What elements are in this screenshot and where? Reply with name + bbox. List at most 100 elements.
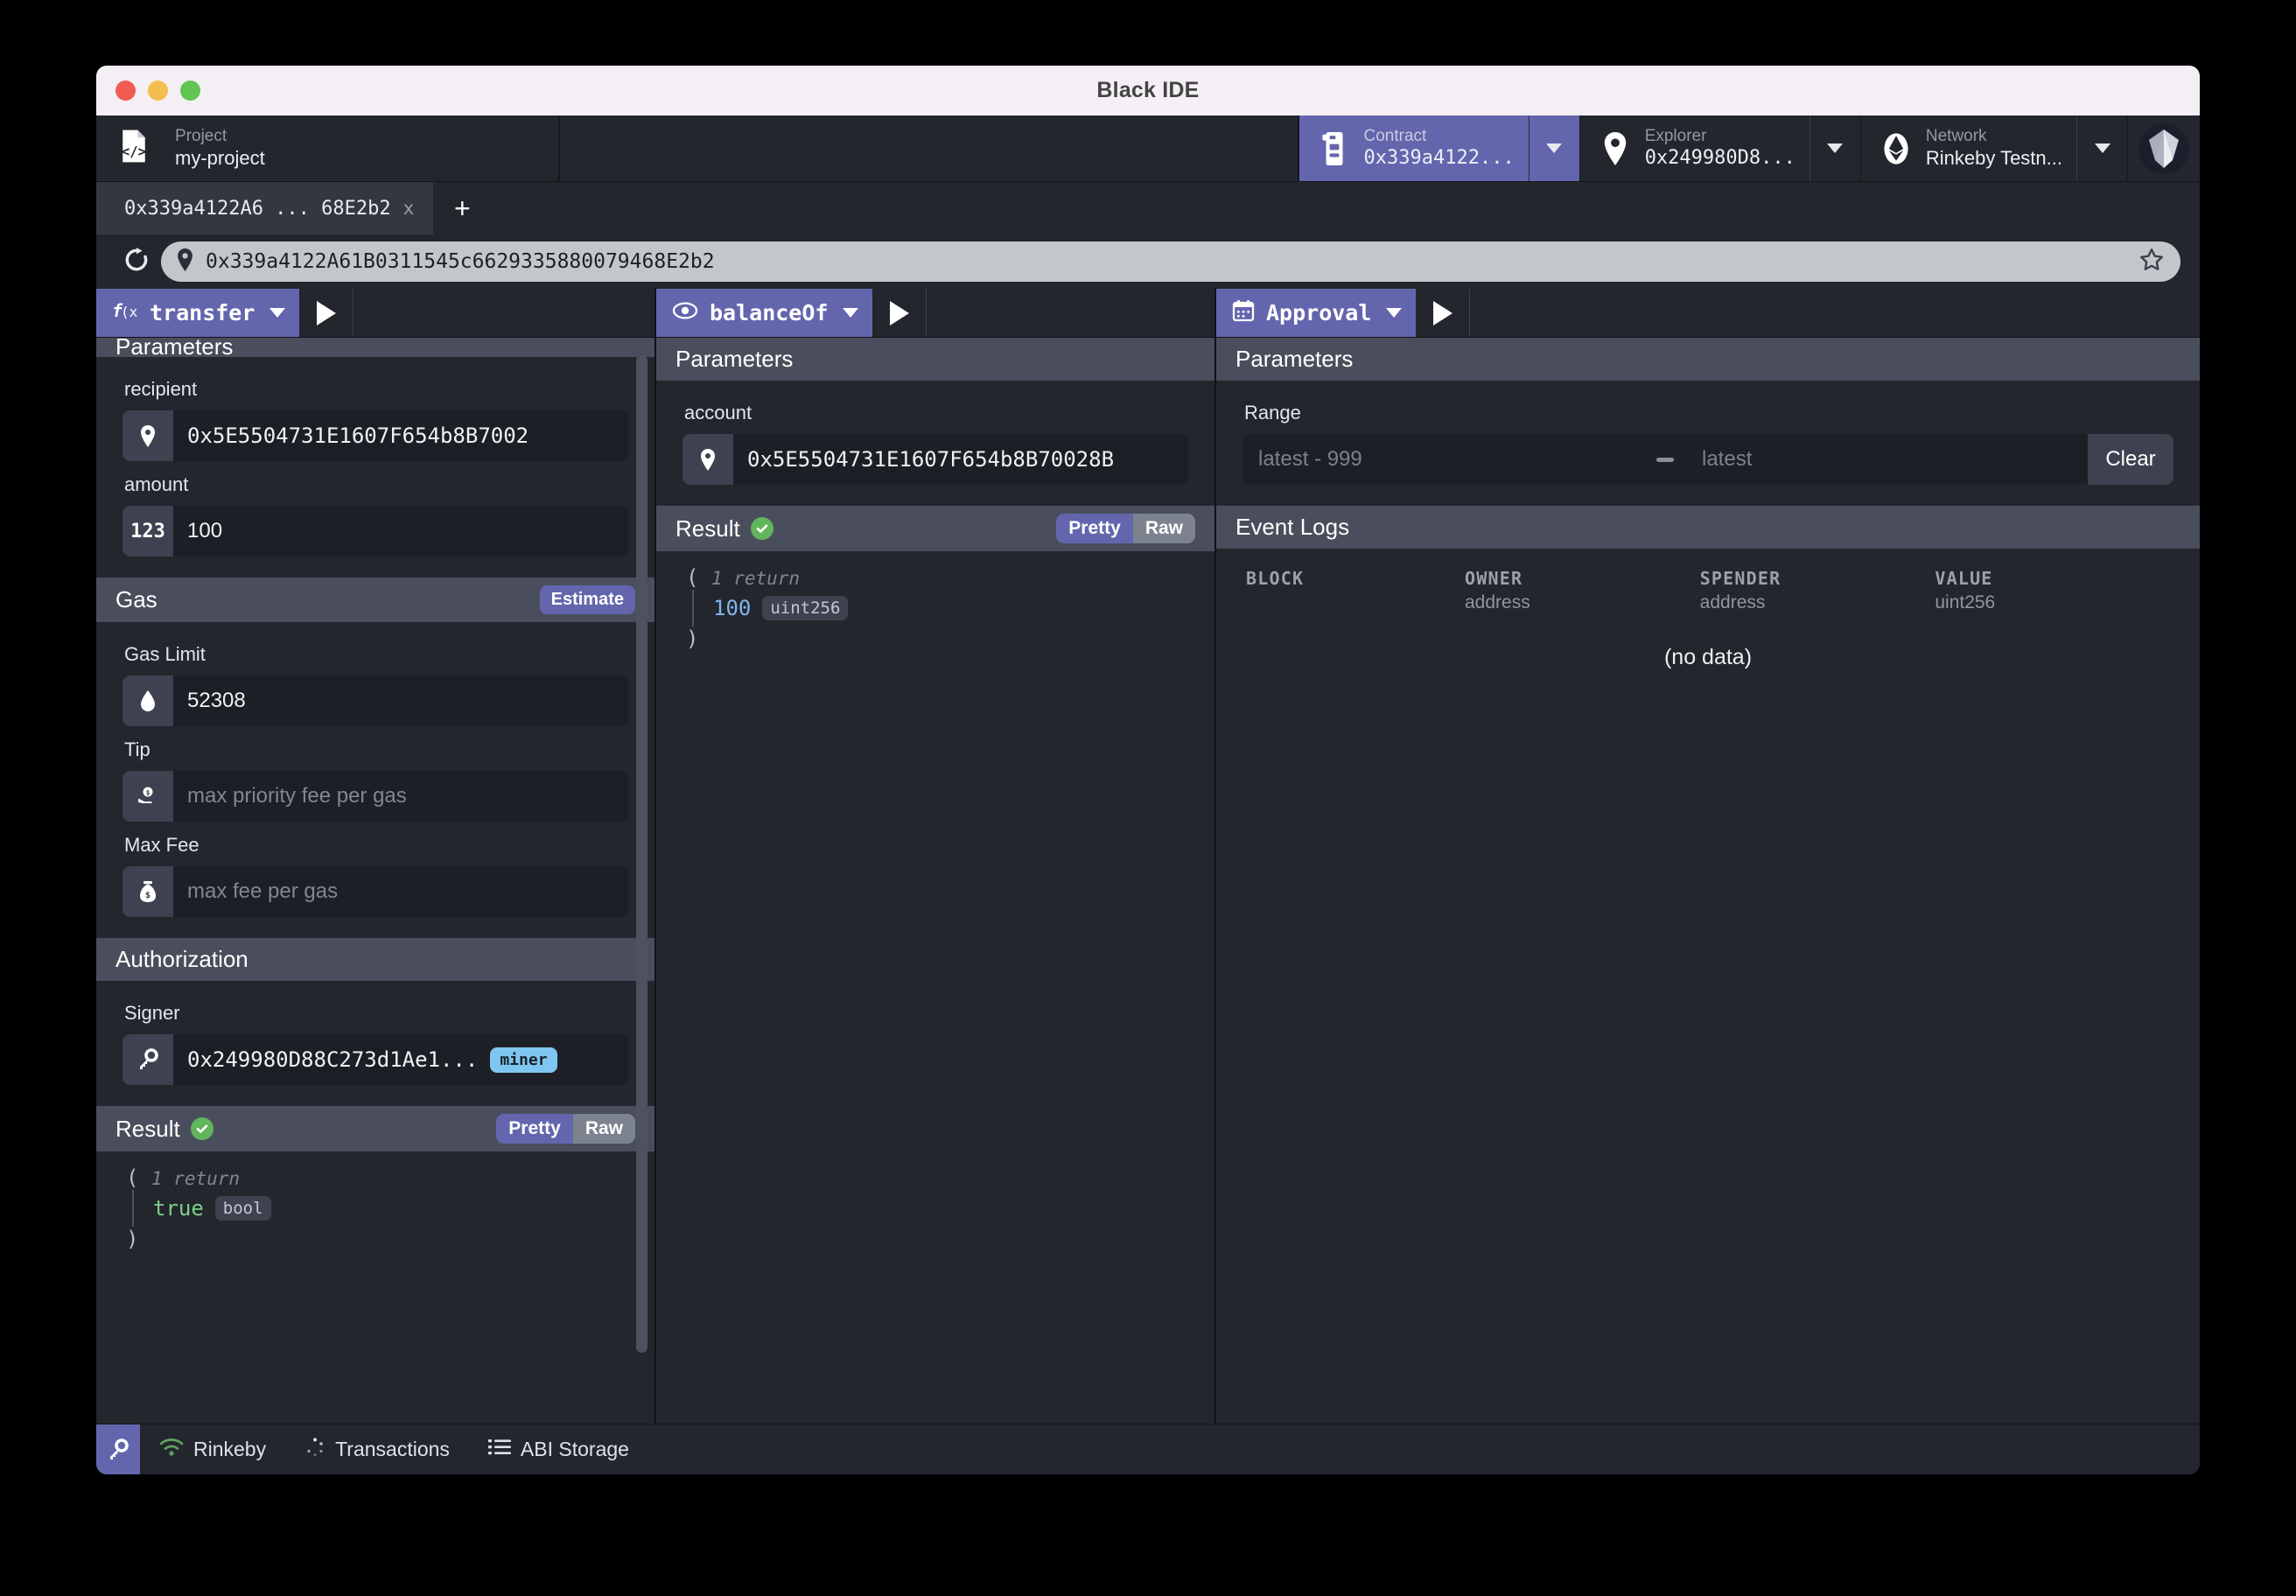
clear-range-button[interactable]: Clear — [2088, 434, 2174, 485]
authorization-body: Signer 0x249980D88C273d1Ae1... miner — [96, 981, 654, 1106]
panels-container: f(x) transfer Parameters recipient — [96, 289, 2200, 1424]
signer-field[interactable]: 0x249980D88C273d1Ae1... miner — [122, 1034, 628, 1085]
transfer-scrollbar[interactable] — [636, 355, 648, 1353]
estimate-button[interactable]: Estimate — [540, 585, 635, 614]
ethereum-logo-icon — [2137, 122, 2191, 176]
dash-icon — [1656, 458, 1674, 462]
chevron-down-icon — [1546, 144, 1562, 153]
recipient-value[interactable]: 0x5E5504731E1607F654b8B7002​ — [173, 410, 628, 461]
network-selector[interactable]: Network Rinkeby Testn... — [1861, 116, 2128, 181]
balanceof-result-code: ( 1 return 100 uint256 ) — [656, 551, 1214, 663]
amount-label: amount — [124, 473, 628, 496]
run-approval-button[interactable] — [1416, 289, 1470, 337]
transactions-status-item[interactable]: Transactions — [285, 1424, 469, 1474]
column-name: BLOCK — [1246, 568, 1465, 589]
chevron-down-icon[interactable] — [843, 308, 858, 318]
transfer-view-toggle[interactable]: Pretty Raw — [496, 1114, 635, 1144]
signer-label: Signer — [124, 1002, 628, 1025]
raw-view-button[interactable]: Raw — [573, 1114, 635, 1144]
column-name: OWNER — [1465, 568, 1700, 589]
transfer-function-chip[interactable]: f(x) transfer — [96, 289, 299, 337]
signer-address: 0x249980D88C273d1Ae1... — [187, 1047, 478, 1072]
function-icon: f(x) — [112, 299, 138, 326]
code-type-tag: uint256 — [762, 596, 848, 620]
code-close-paren: ) — [126, 1227, 138, 1251]
approval-scroll-area: Parameters Range latest - 999 latest Cle… — [1216, 338, 2200, 1424]
pretty-view-button[interactable]: Pretty — [1056, 514, 1133, 543]
balanceof-bar-filler — [927, 289, 1214, 337]
abi-storage-label: ABI Storage — [521, 1438, 629, 1461]
range-label: Range — [1244, 402, 2174, 424]
explorer-caption: Explorer — [1645, 127, 1796, 146]
network-dropdown-button[interactable] — [2076, 116, 2127, 181]
range-to-input[interactable]: latest — [1686, 434, 2088, 485]
gas-limit-value[interactable]: 52308 — [173, 676, 628, 726]
amount-field[interactable]: 123 100 — [122, 506, 628, 556]
max-fee-placeholder[interactable]: max fee per gas — [173, 866, 628, 917]
transfer-scroll-area[interactable]: Parameters recipient 0x5E5504731E1607F65… — [96, 338, 654, 1424]
max-fee-field[interactable]: $ max fee per gas — [122, 866, 628, 917]
network-status-item[interactable]: Rinkeby — [140, 1424, 285, 1474]
code-return-comment: 1 return — [151, 1168, 240, 1189]
balanceof-view-toggle[interactable]: Pretty Raw — [1056, 514, 1195, 543]
gas-limit-field[interactable]: 52308 — [122, 676, 628, 726]
approval-event-chip[interactable]: Approval — [1216, 289, 1416, 337]
svg-text:</>: </> — [122, 144, 146, 159]
project-caption: Project — [175, 127, 265, 146]
close-icon[interactable]: x — [403, 198, 415, 219]
account-value[interactable]: 0x5E5504731E1607F654b8B70028B — [733, 434, 1188, 485]
chevron-down-icon[interactable] — [270, 308, 285, 318]
account-field[interactable]: 0x5E5504731E1607F654b8B70028B — [682, 434, 1188, 485]
app-logo-button[interactable] — [2128, 116, 2200, 181]
balanceof-function-chip[interactable]: balanceOf — [656, 289, 872, 337]
code-value: true — [153, 1196, 204, 1221]
project-selector[interactable]: </> Project my-project — [96, 116, 560, 181]
calendar-icon — [1232, 299, 1255, 326]
gas-limit-label: Gas Limit — [124, 643, 628, 666]
signer-value[interactable]: 0x249980D88C273d1Ae1... miner — [173, 1034, 628, 1085]
pin-icon — [1598, 132, 1633, 165]
transfer-function-bar: f(x) transfer — [96, 289, 654, 338]
key-icon — [107, 1438, 130, 1461]
transfer-result-title: Result — [116, 1116, 180, 1143]
explorer-dropdown-button[interactable] — [1810, 116, 1860, 181]
balanceof-result-title: Result — [676, 515, 740, 542]
chevron-down-icon[interactable] — [1386, 308, 1402, 318]
range-field[interactable]: latest - 999 latest Clear — [1242, 434, 2174, 485]
star-icon[interactable] — [2138, 247, 2165, 277]
range-separator — [1644, 434, 1686, 485]
tab-contract[interactable]: 0x339a4122A6 ... 68E2b2 x — [96, 182, 433, 234]
new-tab-button[interactable]: + — [433, 182, 491, 234]
code-open-paren: ( — [686, 565, 698, 590]
pretty-view-button[interactable]: Pretty — [496, 1114, 573, 1144]
network-value: Rinkeby Testn... — [1926, 146, 2062, 171]
explorer-selector[interactable]: Explorer 0x249980D8... — [1580, 116, 1861, 181]
pin-icon — [682, 434, 733, 485]
tip-placeholder[interactable]: max priority fee per gas — [173, 771, 628, 822]
chevron-down-icon — [1827, 144, 1843, 153]
gas-title: Gas — [116, 586, 158, 613]
raw-view-button[interactable]: Raw — [1133, 514, 1195, 543]
range-from-input[interactable]: latest - 999 — [1242, 434, 1644, 485]
url-field[interactable]: 0x339a4122A61B0311545c6629335880079468E2… — [161, 242, 2180, 282]
spinner-icon — [304, 1437, 326, 1463]
signer-status-button[interactable] — [96, 1424, 140, 1474]
run-balanceof-button[interactable] — [872, 289, 927, 337]
recipient-field[interactable]: 0x5E5504731E1607F654b8B7002​ — [122, 410, 628, 461]
approval-bar-filler — [1470, 289, 2200, 337]
svg-text:(x): (x) — [121, 304, 138, 320]
reload-button[interactable] — [112, 246, 161, 278]
contract-selector[interactable]: Contract 0x339a4122... — [1299, 116, 1580, 181]
amount-value[interactable]: 100 — [173, 506, 628, 556]
url-text[interactable]: 0x339a4122A61B0311545c6629335880079468E2… — [206, 250, 2126, 273]
panel-transfer: f(x) transfer Parameters recipient — [96, 289, 656, 1424]
network-caption: Network — [1926, 127, 2062, 146]
network-status-label: Rinkeby — [193, 1438, 266, 1461]
wifi-icon — [159, 1438, 184, 1462]
abi-storage-status-item[interactable]: ABI Storage — [469, 1424, 648, 1474]
tip-field[interactable]: $ max priority fee per gas — [122, 771, 628, 822]
run-transfer-button[interactable] — [299, 289, 354, 337]
contract-dropdown-button[interactable] — [1529, 116, 1579, 181]
status-bar: Rinkeby Transactions ABI Storage — [96, 1424, 2200, 1474]
event-logs-title: Event Logs — [1236, 514, 1349, 541]
